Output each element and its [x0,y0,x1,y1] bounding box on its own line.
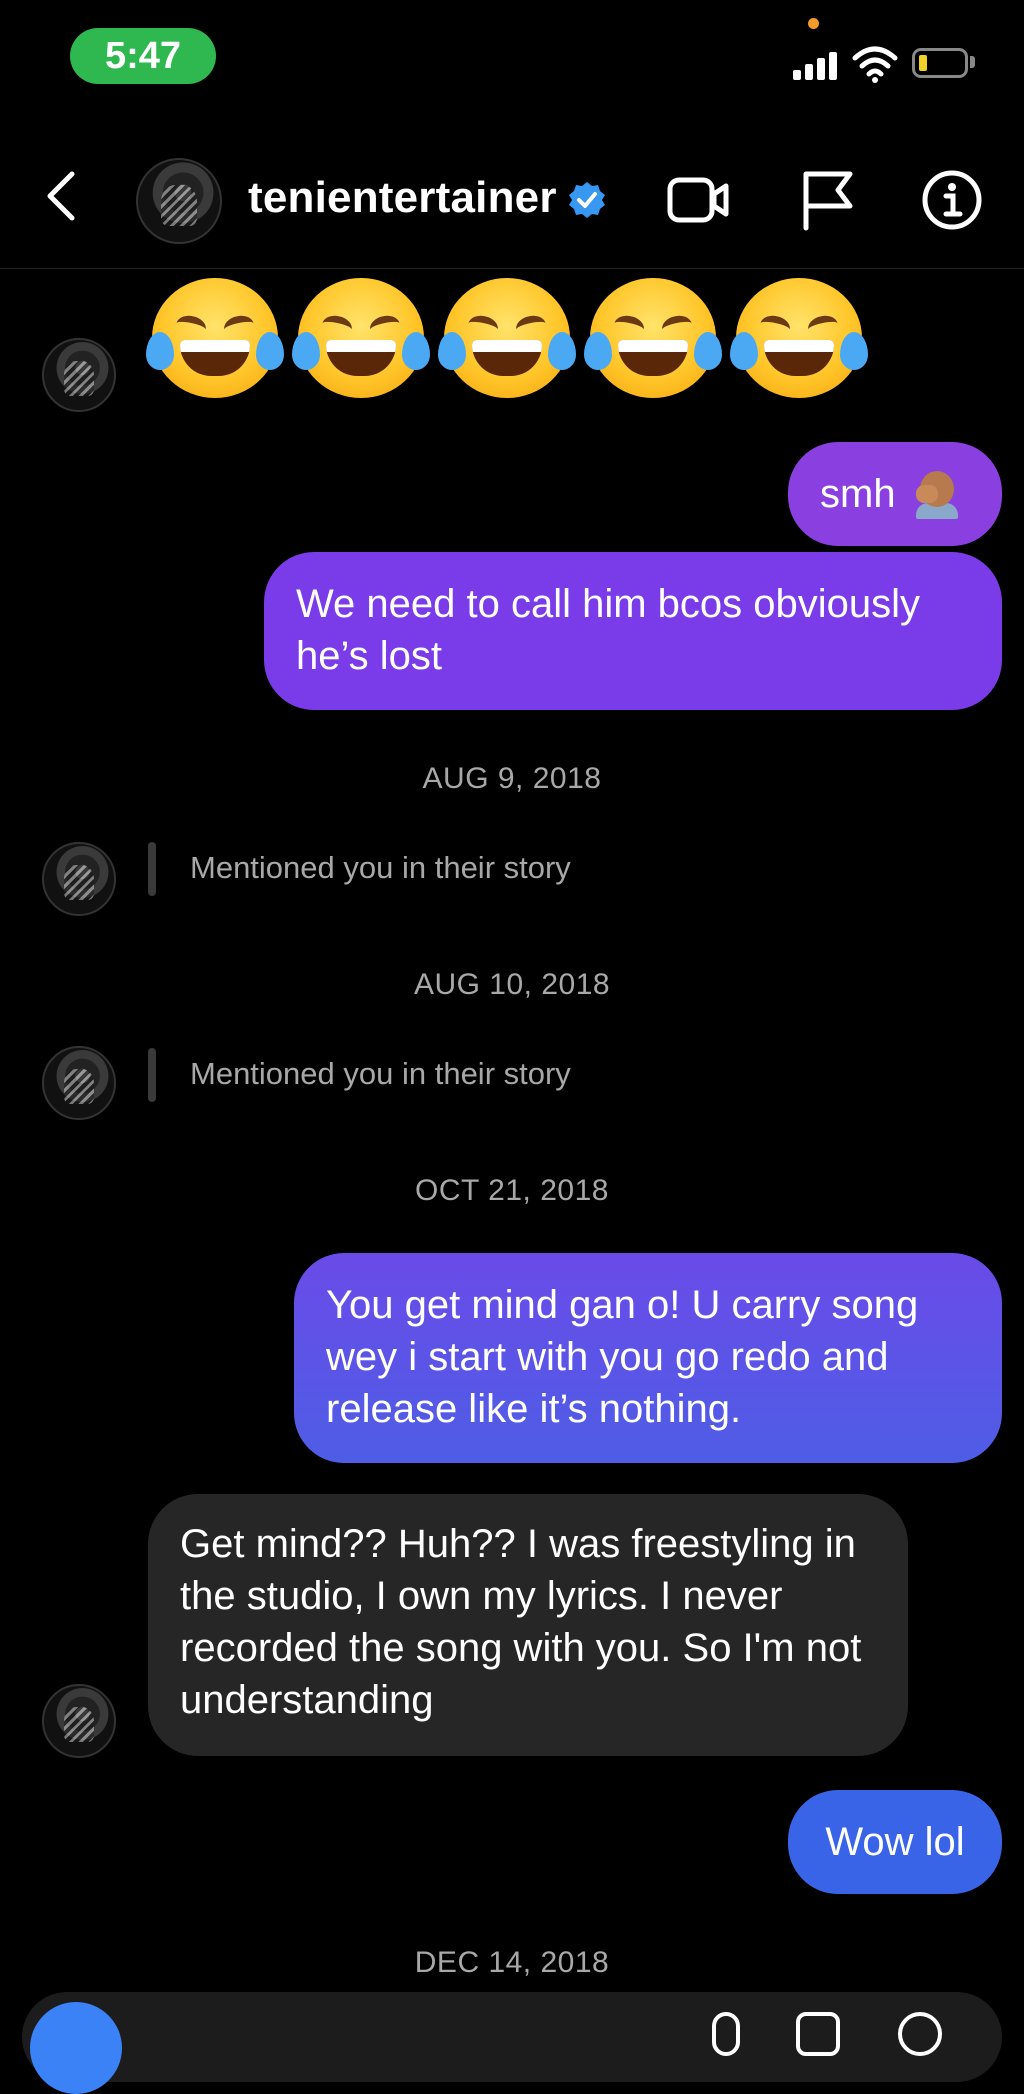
facepalm-emoji-icon [914,469,958,519]
status-time: 5:47 [70,28,216,84]
header-username[interactable]: tenientertainer [248,170,557,226]
incoming-message[interactable]: Get mind?? Huh?? I was freestyling in th… [148,1494,908,1756]
video-call-icon[interactable] [666,168,730,232]
tears-of-joy-emoji-icon [292,278,430,398]
date-separator: AUG 10, 2018 [413,968,611,1001]
sticker-icon[interactable] [898,2012,942,2056]
tears-of-joy-emoji-icon [438,278,576,398]
tears-of-joy-emoji-icon [584,278,722,398]
story-mention-text[interactable]: Mentioned you in their story [190,850,571,886]
outgoing-message[interactable]: You get mind gan o! U carry song wey i s… [294,1253,1002,1463]
microphone-icon[interactable] [712,2012,740,2056]
outgoing-message[interactable]: Wow lol [788,1790,1002,1894]
outgoing-message-smh[interactable]: smh [788,442,1002,546]
cellular-signal-icon [793,52,839,80]
battery-tip [970,56,975,68]
message-composer[interactable] [22,1992,1002,2082]
camera-in-use-indicator [808,18,819,29]
story-mention-bar [148,842,156,896]
sender-avatar[interactable] [42,1046,116,1120]
sender-avatar[interactable] [42,338,116,412]
date-separator: DEC 14, 2018 [414,1946,610,1979]
gallery-icon[interactable] [796,2012,840,2056]
date-separator: OCT 21, 2018 [415,1174,609,1207]
date-separator: AUG 9, 2018 [422,762,602,795]
header-avatar[interactable] [136,158,222,244]
story-mention-bar [148,1048,156,1102]
wifi-icon [852,46,898,83]
outgoing-message[interactable]: We need to call him bcos obviously he’s … [264,552,1002,710]
verified-badge-icon [569,182,605,218]
header-divider [0,268,1024,269]
camera-button-icon[interactable] [30,2002,122,2094]
info-icon[interactable] [920,168,984,232]
battery-icon [912,48,968,78]
emoji-message[interactable] [146,278,868,398]
back-icon[interactable] [42,168,82,224]
sender-avatar[interactable] [42,1684,116,1758]
tears-of-joy-emoji-icon [146,278,284,398]
flag-icon[interactable] [796,168,860,232]
sender-avatar[interactable] [42,842,116,916]
message-text: smh [820,472,896,516]
story-mention-text[interactable]: Mentioned you in their story [190,1056,571,1092]
tears-of-joy-emoji-icon [730,278,868,398]
